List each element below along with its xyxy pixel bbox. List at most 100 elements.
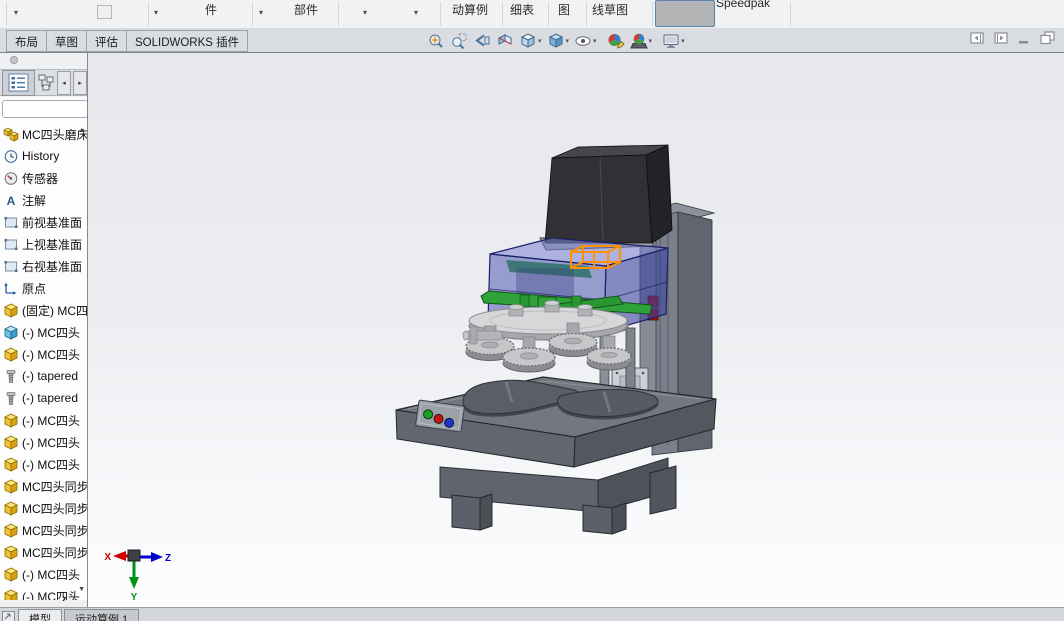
tree-item-icon <box>3 149 19 164</box>
assembly-model[interactable]: X Z Y <box>104 145 716 603</box>
command-tab[interactable]: 评估 <box>86 30 127 52</box>
tree-item[interactable]: MC四头磨床 <box>0 123 87 145</box>
panel-tab-scroll-right[interactable] <box>73 71 87 95</box>
zoom-to-fit-button[interactable] <box>426 30 446 51</box>
ribbon-separator <box>252 2 253 26</box>
ribbon-button-label[interactable]: 图 <box>558 1 570 18</box>
ribbon-separator <box>652 2 653 26</box>
tree-item[interactable]: (-) tapered <box>0 387 87 409</box>
tree-item[interactable]: (-) MC四头 <box>0 321 87 343</box>
tree-item[interactable]: (-) MC四头 <box>0 453 87 475</box>
tree-item-icon <box>3 237 19 252</box>
tree-item[interactable]: 前视基准面 <box>0 211 87 233</box>
view-orientation-button[interactable] <box>518 30 543 51</box>
tree-item[interactable]: A 注解 <box>0 189 87 211</box>
panel-body: MC四头磨床 History 传感器 A 注解 <box>0 97 87 600</box>
tree-item-label: 注解 <box>22 192 46 209</box>
zoom-to-area-button[interactable] <box>449 30 469 51</box>
panel-splitter-dot[interactable] <box>10 56 18 64</box>
panel-tab-scroll-left[interactable] <box>57 71 71 95</box>
tree-item[interactable]: (-) tapered <box>0 365 87 387</box>
dropdown-arrow-icon[interactable] <box>649 37 653 45</box>
dropdown-arrow-icon[interactable] <box>14 8 18 17</box>
ribbon-separator <box>338 2 339 26</box>
ribbon-separator <box>502 2 503 26</box>
tree-item-icon <box>3 501 19 516</box>
tree-item[interactable]: MC四头同步 <box>0 541 87 563</box>
tree-item[interactable]: 传感器 <box>0 167 87 189</box>
statusbar-splitter-icon[interactable] <box>2 609 15 621</box>
tree-item-icon <box>3 545 19 560</box>
tree-item-icon <box>3 347 19 362</box>
tab-display-pane[interactable] <box>37 72 55 94</box>
command-tabs: 布局草图评估SOLIDWORKS 插件 <box>6 30 247 52</box>
tree-item[interactable]: MC四头同步 <box>0 475 87 497</box>
triad-x-label: X <box>104 552 111 563</box>
tree-item-label: (-) MC四头 <box>22 412 80 429</box>
ribbon-button-label[interactable]: 细表 <box>510 1 534 18</box>
machine-model: X Z Y <box>88 53 1064 607</box>
ribbon-button-label[interactable]: Speedpak <box>716 0 770 10</box>
tree-item[interactable]: 上视基准面 <box>0 233 87 255</box>
dropdown-arrow-icon[interactable] <box>414 8 418 17</box>
edit-appearance-button[interactable] <box>606 30 626 51</box>
tree-item[interactable]: (固定) MC四头 <box>0 299 87 321</box>
tree-scroll-up-arrow[interactable] <box>78 127 85 135</box>
hide-show-items-button[interactable] <box>573 30 598 51</box>
tree-item-icon <box>3 457 19 472</box>
tree-item[interactable]: (-) MC四头 <box>0 343 87 365</box>
tree-item-label: (-) MC四头 <box>22 324 80 341</box>
tree-item[interactable]: History <box>0 145 87 167</box>
dropdown-arrow-icon[interactable] <box>593 37 597 45</box>
ribbon-button-label[interactable]: 线草图 <box>592 1 628 18</box>
tree-item-label: 传感器 <box>22 170 58 187</box>
spindle-motor[interactable] <box>545 145 672 243</box>
tree-item-label: (-) tapered <box>22 391 78 405</box>
command-tab[interactable]: SOLIDWORKS 插件 <box>126 30 248 52</box>
display-style-button[interactable] <box>546 30 571 51</box>
tree-item[interactable]: MC四头同步 <box>0 497 87 519</box>
tree-item[interactable]: (-) MC四头 <box>0 585 87 600</box>
tree-filter-input[interactable] <box>2 100 87 118</box>
tree-item-icon <box>3 325 19 340</box>
tree-item[interactable]: (-) MC四头 <box>0 563 87 585</box>
tab-featuremanager-tree[interactable] <box>2 70 35 96</box>
dropdown-arrow-icon[interactable] <box>154 8 158 17</box>
study-tab[interactable]: 模型 <box>18 609 62 621</box>
tree-scroll-down-arrow[interactable] <box>78 586 85 594</box>
apply-scene-button[interactable] <box>629 30 654 51</box>
command-tab[interactable]: 布局 <box>6 30 47 52</box>
restore-button[interactable] <box>1040 31 1056 50</box>
tree-item-icon <box>3 281 19 296</box>
ribbon-button-label[interactable]: 部件 <box>294 1 318 18</box>
tree-item[interactable]: (-) MC四头 <box>0 409 87 431</box>
machine-base[interactable] <box>396 377 716 534</box>
status-bar: 模型运动算例 1 <box>0 607 1064 621</box>
section-view-button[interactable] <box>495 30 515 51</box>
tree-scroll-right-arrow[interactable] <box>62 591 66 605</box>
tree-item[interactable]: (-) MC四头 <box>0 431 87 453</box>
tree-item-icon <box>3 567 19 582</box>
dropdown-arrow-icon[interactable] <box>538 37 542 45</box>
tree-item[interactable]: 原点 <box>0 277 87 299</box>
dropdown-arrow-icon[interactable] <box>259 8 263 17</box>
collapse-left-pane-button[interactable] <box>970 32 985 50</box>
previous-view-button[interactable] <box>472 30 492 51</box>
minimize-button[interactable] <box>1018 32 1031 50</box>
dropdown-arrow-icon[interactable] <box>566 37 570 45</box>
ribbon-button-label[interactable]: 动算例 <box>452 1 488 18</box>
dropdown-arrow-icon[interactable] <box>363 8 367 17</box>
study-tab[interactable]: 运动算例 1 <box>64 609 139 621</box>
tree-item-label: 上视基准面 <box>22 236 82 253</box>
tree-item[interactable]: 右视基准面 <box>0 255 87 277</box>
ribbon-button-label[interactable]: 件 <box>205 1 217 18</box>
tree-item-icon <box>3 589 19 601</box>
graphics-viewport[interactable]: X Z Y <box>88 53 1064 607</box>
tree-item[interactable]: MC四头同步 <box>0 519 87 541</box>
view-settings-button[interactable] <box>661 30 686 51</box>
dropdown-arrow-icon[interactable] <box>681 37 685 45</box>
ribbon-pressed-button[interactable] <box>655 0 715 27</box>
collapse-right-pane-button[interactable] <box>994 32 1009 50</box>
tree-item-label: 右视基准面 <box>22 258 82 275</box>
command-tab[interactable]: 草图 <box>46 30 87 52</box>
